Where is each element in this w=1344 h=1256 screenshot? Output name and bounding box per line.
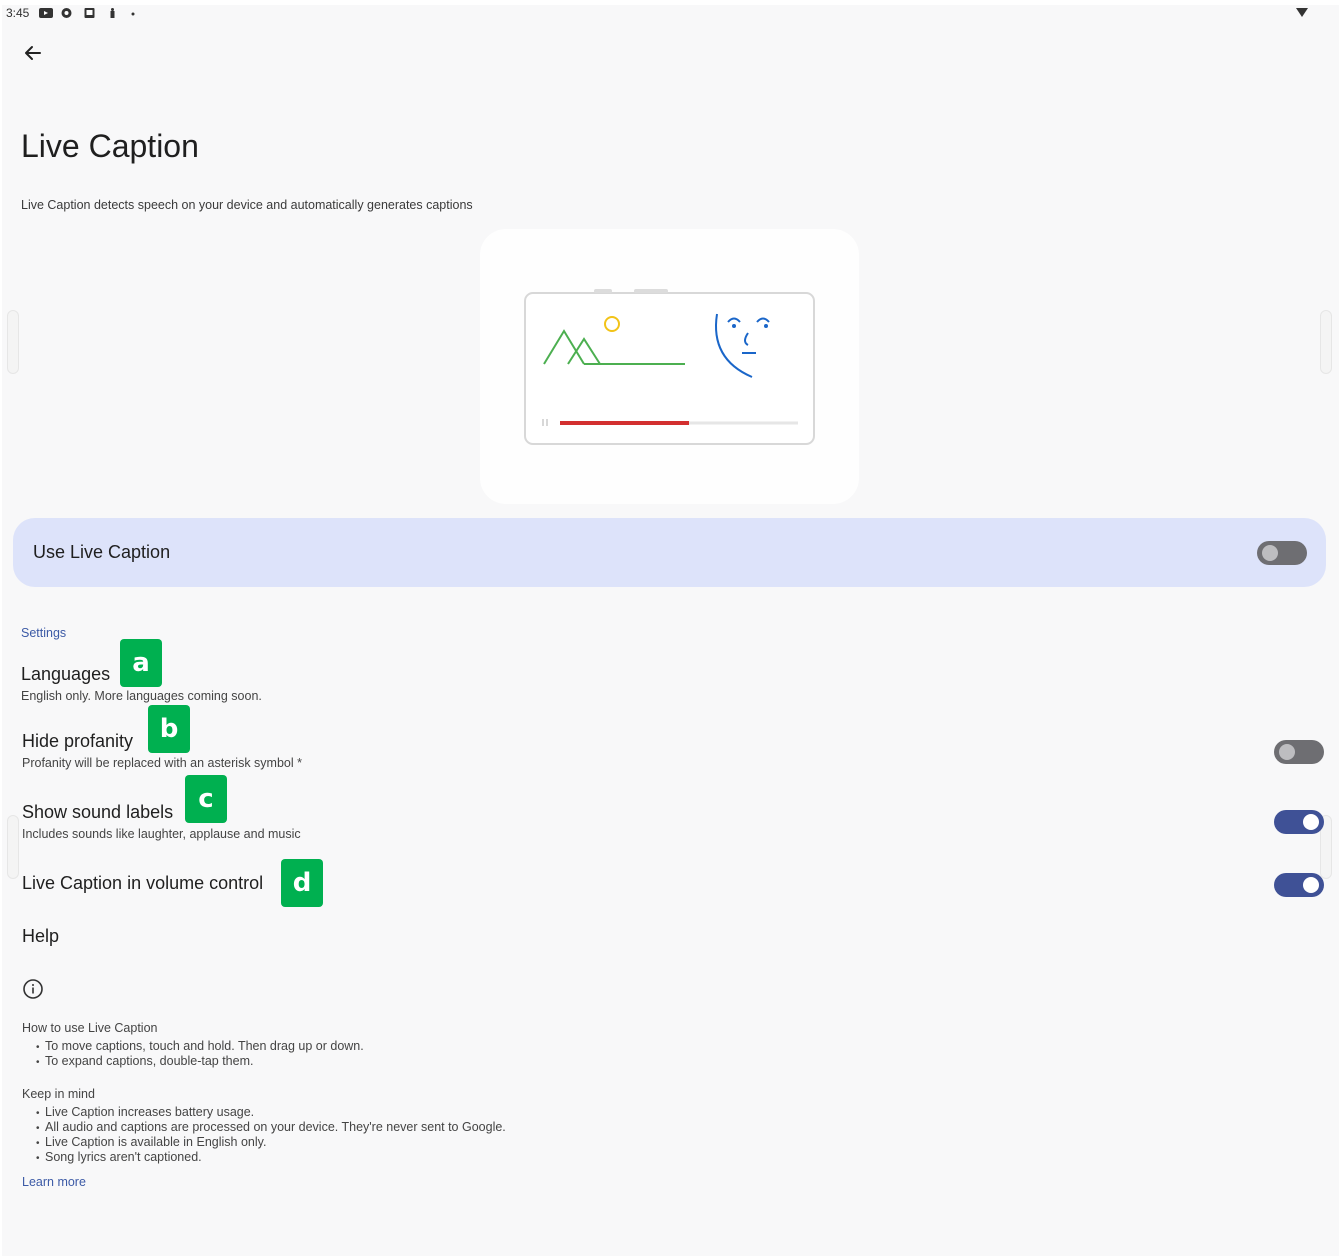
how-to-item: To move captions, touch and hold. Then d…	[36, 1039, 364, 1053]
volume-control-switch[interactable]	[1274, 873, 1324, 897]
keep-in-mind-item: All audio and captions are processed on …	[36, 1120, 506, 1134]
info-icon	[23, 979, 43, 999]
keep-in-mind-item: Live Caption is available in English onl…	[36, 1135, 266, 1149]
status-time: 3:45	[6, 6, 30, 20]
page-title: Live Caption	[21, 128, 199, 164]
illustration-graphic	[524, 289, 815, 445]
use-live-caption-card[interactable]	[13, 518, 1326, 587]
live-caption-illustration	[480, 229, 859, 504]
accessibility-icon	[110, 8, 115, 18]
switch-knob	[1303, 814, 1319, 830]
show-sound-labels-title[interactable]: Show sound labels	[22, 802, 173, 823]
help-title: Help	[22, 926, 60, 946]
annotation-badge-c: c	[185, 775, 227, 823]
settings-section-header: Settings	[21, 626, 67, 640]
photo-icon	[84, 8, 95, 18]
volume-control-title[interactable]: Live Caption in volume control	[22, 873, 263, 894]
hide-profanity-switch[interactable]	[1274, 740, 1324, 764]
dot-icon	[131, 12, 135, 16]
switch-knob	[1303, 877, 1319, 893]
chrome-icon	[61, 8, 72, 18]
hide-profanity-subtitle: Profanity will be replaced with an aster…	[22, 756, 302, 770]
show-sound-labels-switch[interactable]	[1274, 810, 1324, 834]
keep-in-mind-heading: Keep in mind	[22, 1087, 95, 1101]
youtube-icon	[39, 8, 53, 18]
switch-knob	[1279, 744, 1295, 760]
languages-title[interactable]: Languages	[21, 664, 110, 685]
screen	[2, 5, 1339, 1256]
arrow-back-icon[interactable]	[20, 40, 46, 66]
left-edge-handle-lower[interactable]	[7, 815, 19, 879]
keep-in-mind-item: Live Caption increases battery usage.	[36, 1105, 254, 1119]
hide-profanity-title[interactable]: Hide profanity	[22, 731, 133, 752]
right-edge-handle[interactable]	[1320, 310, 1332, 374]
annotation-badge-d: d	[281, 859, 323, 907]
how-to-item: To expand captions, double-tap them.	[36, 1054, 253, 1068]
learn-more-link[interactable]: Learn more	[22, 1175, 86, 1189]
annotation-badge-b: b	[148, 705, 190, 753]
how-to-heading: How to use Live Caption	[22, 1021, 158, 1035]
page-description: Live Caption detects speech on your devi…	[21, 198, 473, 212]
keep-in-mind-item: Song lyrics aren't captioned.	[36, 1150, 202, 1164]
wifi-icon	[1296, 8, 1308, 17]
use-live-caption-switch[interactable]	[1257, 541, 1307, 565]
show-sound-labels-subtitle: Includes sounds like laughter, applause …	[22, 827, 301, 841]
languages-subtitle: English only. More languages coming soon…	[21, 689, 262, 703]
annotation-badge-a: a	[120, 639, 162, 687]
left-edge-handle[interactable]	[7, 310, 19, 374]
use-live-caption-label: Use Live Caption	[33, 542, 171, 562]
switch-knob	[1262, 545, 1278, 561]
